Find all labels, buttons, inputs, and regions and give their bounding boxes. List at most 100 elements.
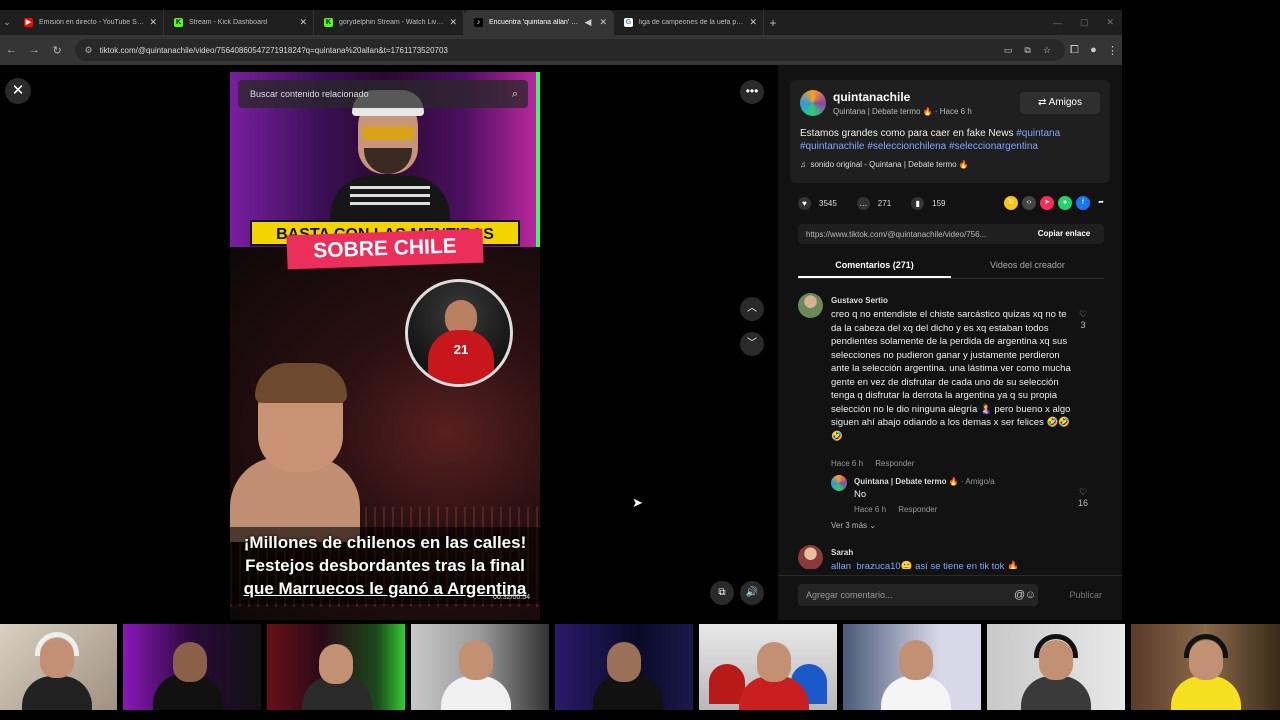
- video-time: 00:32/00:54: [493, 594, 530, 601]
- friends-button[interactable]: ⇄ Amigos: [1020, 92, 1100, 114]
- profile-icon[interactable]: ●: [1084, 44, 1103, 56]
- video-player[interactable]: Buscar contenido relacionado ⌕ BASTA CON…: [230, 72, 540, 620]
- reply-item: Quintana | Debate termo 🔥 · Amigo/a No ♡…: [831, 475, 1088, 515]
- close-tab-icon[interactable]: ✕: [599, 17, 607, 28]
- friend-badge: · Amigo/a: [958, 477, 995, 486]
- new-tab-button[interactable]: +: [764, 16, 782, 30]
- embed-icon[interactable]: ‹›: [1022, 196, 1036, 210]
- picture-in-picture-icon[interactable]: ⧉: [710, 581, 734, 605]
- address-tools: ▭ ⧉ ☆: [1004, 45, 1065, 56]
- more-options-button[interactable]: •••: [740, 80, 764, 104]
- maximize-icon[interactable]: ▢: [1080, 17, 1089, 28]
- volume-icon[interactable]: 🔊: [740, 581, 764, 605]
- app-root: ⌄ ▶ Emisión en directo - YouTube Studio …: [0, 0, 1280, 720]
- tab-kick-stream[interactable]: K gorydelphin Stream - Watch Live on Kic…: [314, 10, 464, 35]
- forward-icon[interactable]: →: [23, 44, 46, 56]
- audio-icon[interactable]: ◀: [585, 17, 592, 28]
- share-arrow-icon[interactable]: ➦: [1094, 196, 1108, 210]
- translate-icon[interactable]: ⧉: [1024, 45, 1030, 56]
- back-icon[interactable]: ←: [0, 44, 23, 56]
- emoji-icon[interactable]: ☺: [1025, 584, 1036, 606]
- comment-item: Sarah allan_brazuca10🙂 así se tiene en t…: [798, 545, 1088, 569]
- tab-list-chevron-icon[interactable]: ⌄: [0, 10, 14, 35]
- previous-video-button[interactable]: ︿: [740, 297, 764, 321]
- mention-icon[interactable]: @: [1014, 584, 1025, 606]
- close-tab-icon[interactable]: ✕: [299, 17, 307, 28]
- tab-title: gorydelphin Stream - Watch Live on Kick: [339, 19, 445, 26]
- bookmark-icon: ▮: [911, 196, 925, 210]
- webcam-feed: [267, 624, 405, 710]
- close-tab-icon[interactable]: ✕: [149, 17, 157, 28]
- video-banner-mid: SOBRE CHILE: [286, 228, 484, 270]
- hashtag-link[interactable]: #seleccionargentina: [949, 141, 1038, 152]
- avatar[interactable]: [798, 293, 823, 318]
- add-comment-bar: Agregar comentario... @ ☺ Publicar: [778, 575, 1122, 620]
- video-caption: ¡Millones de chilenos en las calles! Fes…: [230, 527, 540, 604]
- hashtag-link[interactable]: #quintana: [1016, 128, 1060, 139]
- tiktok-page: ✕ Buscar contenido relacionado ⌕ SOBRE C…: [0, 65, 1122, 620]
- reply-button[interactable]: Responder: [898, 505, 937, 514]
- hashtag-link[interactable]: #seleccionchilena: [867, 141, 946, 152]
- jersey-number: 21: [428, 330, 494, 384]
- tab-comments[interactable]: Comentarios (271): [798, 255, 951, 278]
- close-tab-icon[interactable]: ✕: [449, 17, 457, 28]
- tab-creator-videos[interactable]: Videos del creador: [951, 255, 1104, 278]
- send-icon[interactable]: ➤: [1040, 196, 1054, 210]
- comment-author[interactable]: Sarah: [831, 548, 853, 557]
- site-info-icon[interactable]: ⚙: [85, 45, 93, 56]
- close-window-icon[interactable]: ✕: [1106, 17, 1114, 28]
- hashtag-link[interactable]: #quintanachile: [800, 141, 865, 152]
- like-count: 3: [1080, 320, 1086, 330]
- repost-icon[interactable]: ↻: [1004, 196, 1018, 210]
- reply-like[interactable]: ♡ 16: [1073, 487, 1093, 508]
- next-video-button[interactable]: ﹀: [740, 332, 764, 356]
- bookmark-star-icon[interactable]: ☆: [1043, 45, 1051, 56]
- related-search-input[interactable]: Buscar contenido relacionado ⌕: [238, 80, 528, 108]
- mouse-cursor-icon: ➤: [632, 495, 643, 510]
- like-stat[interactable]: ♥ 3545: [798, 196, 837, 210]
- extensions-icon[interactable]: ⧠: [1065, 44, 1084, 57]
- publish-button[interactable]: Publicar: [1069, 584, 1102, 606]
- avatar[interactable]: [800, 90, 826, 116]
- webcam-feed: [0, 624, 117, 710]
- right-gutter: [1122, 0, 1280, 620]
- avatar[interactable]: [798, 545, 823, 569]
- tab-google[interactable]: G liga de campeones de la uefa por Googl…: [614, 10, 764, 35]
- author-username[interactable]: quintanachile: [833, 90, 910, 104]
- close-tab-icon[interactable]: ✕: [749, 17, 757, 28]
- close-video-button[interactable]: ✕: [5, 78, 31, 104]
- tab-youtube-studio[interactable]: ▶ Emisión en directo - YouTube Studio ✕: [14, 10, 164, 35]
- tab-title: liga de campeones de la uefa por Google: [639, 19, 745, 26]
- view-more-replies[interactable]: Ver 3 más ⌄: [831, 521, 876, 530]
- whatsapp-icon[interactable]: ●: [1058, 196, 1072, 210]
- comment-input[interactable]: Agregar comentario...: [798, 584, 1038, 606]
- reload-icon[interactable]: ↻: [46, 44, 69, 57]
- cast-icon[interactable]: ▭: [1004, 45, 1013, 56]
- search-icon[interactable]: ⌕: [512, 80, 518, 108]
- comment-count: 271: [877, 198, 892, 208]
- address-bar-row: ← → ↻ ⚙ tiktok.com/@quintanachile/video/…: [0, 35, 1122, 65]
- window-controls: — ▢ ✕: [1053, 10, 1114, 35]
- comment-stat[interactable]: … 271: [856, 196, 892, 210]
- reply-button[interactable]: Responder: [875, 459, 914, 468]
- browser-menu-icon[interactable]: ⋮: [1103, 44, 1122, 57]
- facebook-icon[interactable]: f: [1076, 196, 1090, 210]
- reply-author[interactable]: Quintana | Debate termo 🔥 · Amigo/a: [854, 477, 995, 486]
- like-count: 3545: [819, 198, 837, 208]
- kick-icon: K: [174, 18, 183, 27]
- minimize-icon[interactable]: —: [1053, 18, 1062, 28]
- comment-like[interactable]: ♡ 3: [1073, 309, 1093, 330]
- url-field[interactable]: ⚙ tiktok.com/@quintanachile/video/756408…: [74, 39, 1065, 61]
- sound-link[interactable]: ♫ sonido original - Quintana | Debate te…: [800, 160, 969, 169]
- caption-line-1: ¡Millones de chilenos en las calles!: [243, 533, 527, 552]
- comment-author[interactable]: Gustavo Sertio: [831, 296, 888, 305]
- share-link[interactable]: https://www.tiktok.com/@quintanachile/vi…: [806, 230, 986, 239]
- comment-meta: Hace 6 h Responder: [831, 459, 924, 468]
- like-count: 16: [1077, 498, 1088, 508]
- save-stat[interactable]: ▮ 159: [911, 196, 946, 210]
- reply-author-name: Quintana | Debate termo 🔥: [854, 477, 959, 486]
- tab-kick-dashboard[interactable]: K Stream - Kick Dashboard ✕: [164, 10, 314, 35]
- copy-link-button[interactable]: Copiar enlace: [1024, 224, 1104, 244]
- avatar[interactable]: [831, 475, 847, 491]
- tab-tiktok[interactable]: ♪ Encuentra 'quintana allan' en TikTok ◀…: [464, 10, 614, 35]
